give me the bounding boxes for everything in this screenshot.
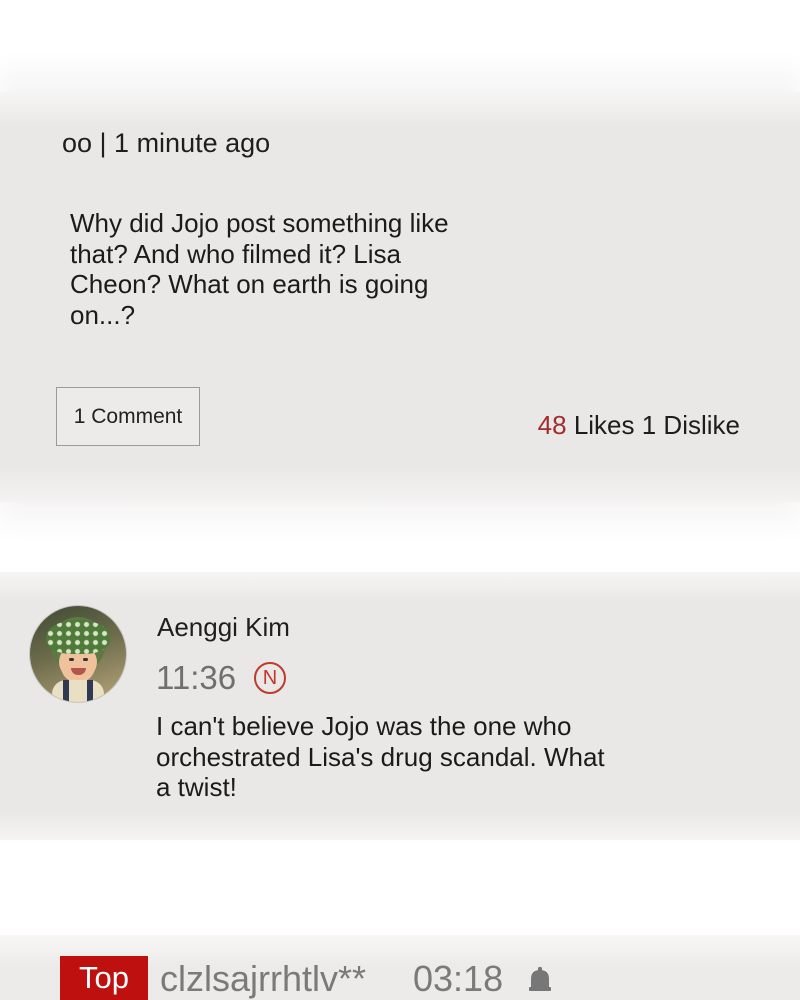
reactions: 48 Likes 1 Dislike (538, 410, 740, 441)
avatar[interactable] (30, 606, 126, 702)
avatar-hat (46, 620, 110, 654)
likes-count[interactable]: 48 (538, 410, 567, 440)
avatar-eye (69, 658, 74, 661)
comment-author[interactable]: Aenggi Kim (157, 612, 290, 643)
post-meta: oo | 1 minute ago (62, 128, 271, 158)
new-badge-icon: N (254, 662, 286, 694)
comment-body: I can't believe Jojo was the one who orc… (156, 711, 605, 802)
avatar-eye (83, 658, 88, 661)
dislikes-text[interactable]: 1 Dislike (642, 410, 740, 440)
bottom-time: 03:18 (413, 958, 504, 999)
bell-icon[interactable] (527, 966, 553, 994)
comments-button[interactable]: 1 Comment (56, 387, 200, 446)
avatar-body (52, 680, 104, 702)
bottom-username: clzlsajrrhtlv** (160, 958, 367, 999)
likes-label[interactable]: Likes (574, 410, 635, 440)
top-button[interactable]: Top (60, 956, 148, 1000)
avatar-strap (63, 680, 69, 702)
avatar-strap (87, 680, 93, 702)
comment-time: 11:36 (156, 659, 237, 696)
post-body: Why did Jojo post something like that? A… (70, 208, 449, 330)
